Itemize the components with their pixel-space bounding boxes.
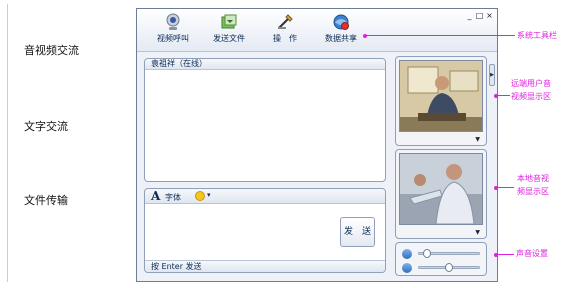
label-file-transfer: 文件传输 — [24, 194, 68, 207]
operation-icon — [278, 14, 293, 29]
speaker-volume-knob[interactable] — [423, 249, 432, 258]
send-file-icon — [221, 14, 237, 29]
remote-video-image — [399, 60, 483, 132]
sound-annotation-line — [496, 254, 514, 255]
video-call-label: 视频呼叫 — [157, 34, 189, 43]
remote-video-annotation-label-2: 视频显示区 — [511, 92, 551, 101]
chat-contact-header: 袁祖祥（在线） — [145, 59, 385, 70]
chat-history-panel[interactable]: 袁祖祥（在线） — [144, 58, 386, 182]
font-button[interactable]: 字体 — [165, 192, 181, 203]
video-call-button[interactable]: 视频呼叫 — [145, 13, 201, 49]
local-video-image — [399, 153, 483, 225]
data-share-label: 数据共享 — [325, 34, 357, 43]
left-separator — [7, 4, 8, 282]
label-av-communication: 音视频交流 — [24, 44, 79, 57]
input-toolbar: A 字体 ▾ — [145, 189, 385, 204]
speaker-icon[interactable] — [402, 249, 412, 259]
toolbar-annotation-label: 系统工具栏 — [517, 31, 557, 40]
local-video-panel: ▼ — [395, 149, 487, 239]
local-video-annotation-line — [496, 187, 514, 188]
remote-video-dropdown-icon[interactable]: ▼ — [475, 136, 480, 143]
system-toolbar: 视频呼叫 发送文件 操 作 数据共享 _ □ × — [137, 9, 497, 52]
sound-annotation-label: 声音设置 — [516, 249, 548, 258]
send-button[interactable]: 发 送 — [340, 217, 375, 247]
local-video-dropdown-icon[interactable]: ▼ — [475, 229, 480, 236]
local-video-annotation-label-1: 本地音视 — [517, 174, 549, 183]
local-video-annotation-label-2: 频显示区 — [517, 187, 549, 196]
operation-label: 操 作 — [273, 34, 297, 43]
microphone-icon[interactable] — [402, 263, 412, 273]
sound-settings-panel — [395, 242, 487, 276]
data-share-icon — [333, 14, 349, 30]
collapse-tab-icon[interactable]: ▶ — [489, 64, 495, 86]
send-file-label: 发送文件 — [213, 34, 245, 43]
microphone-volume-slider[interactable] — [418, 263, 480, 272]
remote-video-panel: ▼ — [395, 56, 487, 146]
message-input[interactable] — [147, 206, 335, 258]
webcam-icon — [166, 13, 180, 30]
remote-video-annotation-label-1: 远端用户音 — [511, 79, 551, 88]
enter-hint: 按 Enter 发送 — [145, 260, 385, 272]
close-button[interactable]: × — [485, 11, 494, 20]
speaker-volume-slider[interactable] — [418, 249, 480, 258]
emoji-dropdown-arrow-icon[interactable]: ▾ — [207, 191, 211, 199]
operation-button[interactable]: 操 作 — [257, 13, 313, 49]
remote-video-annotation-line — [496, 95, 510, 96]
minimize-button[interactable]: _ — [465, 11, 474, 20]
data-share-button[interactable]: 数据共享 — [313, 13, 369, 49]
emoji-icon[interactable] — [195, 191, 205, 201]
chat-window: 视频呼叫 发送文件 操 作 数据共享 _ □ × 袁祖祥（在线） A 字体 ▾ … — [136, 8, 498, 282]
message-input-panel: A 字体 ▾ 发 送 按 Enter 发送 — [144, 188, 386, 273]
font-icon[interactable]: A — [151, 189, 160, 203]
microphone-volume-knob[interactable] — [444, 263, 453, 272]
label-text-communication: 文字交流 — [24, 120, 68, 133]
maximize-button[interactable]: □ — [475, 11, 484, 20]
toolbar-annotation-line — [365, 35, 515, 36]
send-file-button[interactable]: 发送文件 — [201, 13, 257, 49]
page-root: 音视频交流 文字交流 文件传输 视频呼叫 发送文件 操 作 数据共享 _ □ ×… — [0, 0, 572, 288]
